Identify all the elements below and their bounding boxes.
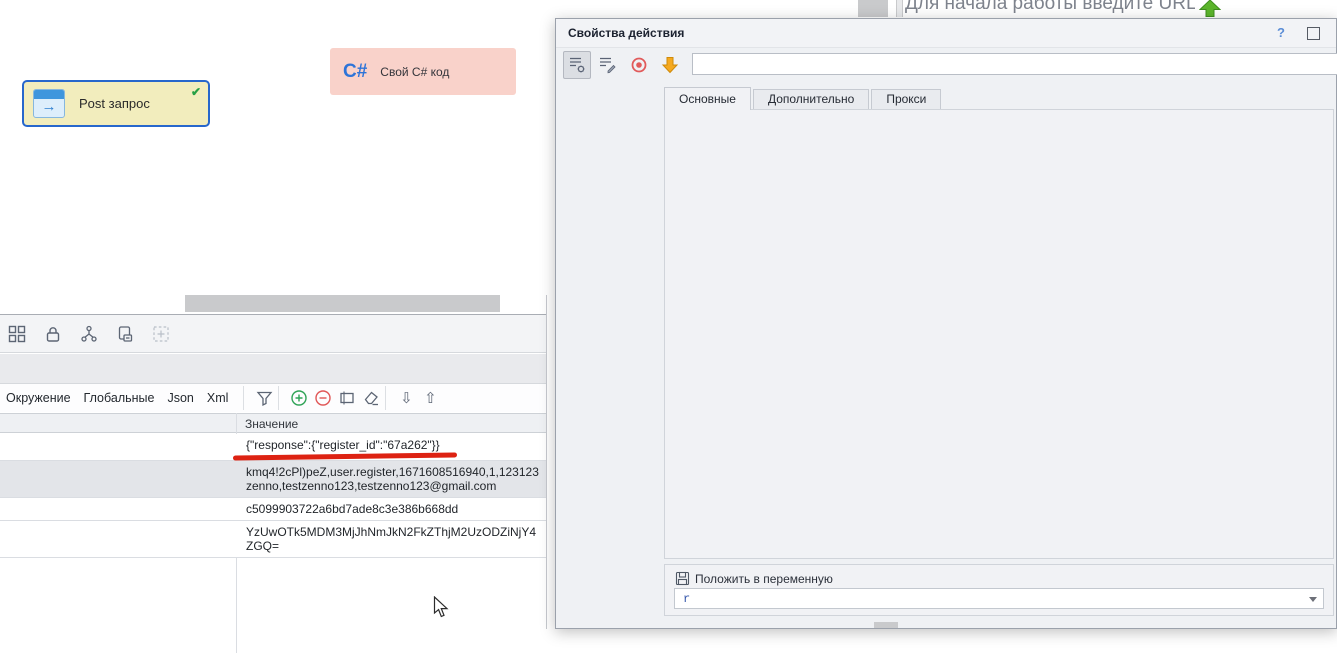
action-block-label: Post запрос: [79, 96, 150, 111]
variable-name-cell: [0, 461, 237, 497]
variables-tab-bar: Окружение Глобальные Json Xml: [0, 383, 546, 412]
screen: { "canvas": { "post_block": {"label": "P…: [0, 0, 1337, 629]
save-icon: [675, 571, 690, 586]
variable-label: Положить в переменную: [695, 572, 833, 586]
variables-tab[interactable]: Json: [167, 391, 193, 405]
add-variable-icon[interactable]: [287, 386, 311, 410]
properties-view-button[interactable]: [563, 51, 591, 79]
rename-icon[interactable]: [335, 386, 359, 410]
main-tab-panel: [664, 109, 1334, 559]
move-up-icon[interactable]: ⇧: [418, 386, 442, 410]
variable-name-cell: [0, 434, 237, 460]
dialog-titlebar[interactable]: Свойства действия ?: [556, 19, 1336, 48]
variables-tab[interactable]: Xml: [207, 391, 229, 405]
eraser-icon[interactable]: [359, 386, 383, 410]
tab-Основные[interactable]: Основные: [664, 87, 751, 110]
success-check-icon: ✔: [191, 85, 201, 99]
variable-label-row: Положить в переменную: [675, 571, 833, 586]
variable-row[interactable]: {"response":{"register_id":"67a262"}}: [0, 434, 546, 461]
hierarchy-icon[interactable]: [77, 322, 101, 346]
edit-code-button[interactable]: [593, 51, 621, 79]
table-header: Значение: [0, 413, 546, 433]
maximize-button[interactable]: [1307, 27, 1320, 40]
variable-value-cell: c5099903722a6bd7ade8c3e386b668dd: [237, 498, 546, 520]
help-button[interactable]: ?: [1274, 25, 1288, 40]
variable-groupbox: Положить в переменную r: [664, 564, 1334, 616]
variable-row[interactable]: YzUwOTk5MDM3MjJhNmJkN2FkZThjM2UzODZiNjY4…: [0, 521, 546, 558]
background-scrollbar-track: [896, 0, 903, 17]
grid-view-icon[interactable]: [5, 322, 29, 346]
lock-icon[interactable]: [41, 322, 65, 346]
variable-row[interactable]: c5099903722a6bd7ade8c3e386b668dd: [0, 498, 546, 521]
chevron-down-icon: [1309, 597, 1317, 602]
variable-name-cell: [0, 498, 237, 520]
move-down-icon[interactable]: ⇩: [394, 386, 418, 410]
value-column-header: Значение: [245, 417, 298, 431]
action-block-csharp-code[interactable]: C# Свой C# код: [330, 48, 516, 95]
action-comment-input[interactable]: [692, 53, 1337, 75]
variable-name-cell: [0, 521, 237, 557]
divider: [385, 386, 386, 410]
action-block-label: Свой C# код: [380, 65, 449, 79]
insert-down-arrow-button[interactable]: [656, 51, 684, 79]
divider: [243, 386, 244, 410]
dialog-tab-bar: ОсновныеДополнительноПрокси: [664, 86, 943, 109]
dialog-toolbar: [556, 47, 1336, 81]
filter-icon[interactable]: [252, 386, 276, 410]
variables-tab[interactable]: Глобальные: [84, 391, 155, 405]
dialog-bottom-scrollbar-thumb[interactable]: [874, 622, 898, 628]
remove-variable-icon[interactable]: [311, 386, 335, 410]
dialog-title: Свойства действия: [568, 26, 684, 40]
variable-value-cell: YzUwOTk5MDM3MjJhNmJkN2FkZThjM2UzODZiNjY4…: [237, 521, 546, 557]
action-properties-dialog: Свойства действия ?: [555, 18, 1337, 629]
variables-table: {"response":{"register_id":"67a262"}}kmq…: [0, 434, 546, 558]
variable-row[interactable]: kmq4!2cPl)peZ,user.register,167160851694…: [0, 461, 546, 498]
variable-value-cell: kmq4!2cPl)peZ,user.register,167160851694…: [237, 461, 546, 497]
start-hint-text: Для начала работы введите URL: [905, 0, 1195, 15]
variables-panel: Окружение Глобальные Json Xml: [0, 295, 547, 629]
add-placeholder-icon[interactable]: [149, 322, 173, 346]
horizontal-scrollbar-thumb[interactable]: [185, 295, 500, 312]
card-icon[interactable]: [113, 322, 137, 346]
tab-Прокси[interactable]: Прокси: [871, 89, 941, 109]
start-hint-wrap: Для начала работы введите URL: [903, 0, 1195, 18]
panel-gap: [0, 354, 546, 383]
variables-toolbar: [0, 314, 546, 353]
divider: [278, 386, 279, 410]
action-block-post-request[interactable]: → Post запрос ✔: [22, 80, 210, 127]
csharp-icon: C#: [343, 61, 367, 83]
mouse-cursor: [433, 596, 449, 624]
background-scrollbar-thumb[interactable]: [858, 0, 888, 17]
record-button[interactable]: [625, 51, 653, 79]
post-request-icon: →: [33, 89, 65, 118]
tab-Дополнительно[interactable]: Дополнительно: [753, 89, 869, 109]
variable-select[interactable]: r: [674, 588, 1324, 609]
variable-value: r: [683, 592, 690, 606]
variables-tab[interactable]: Окружение: [6, 391, 71, 405]
